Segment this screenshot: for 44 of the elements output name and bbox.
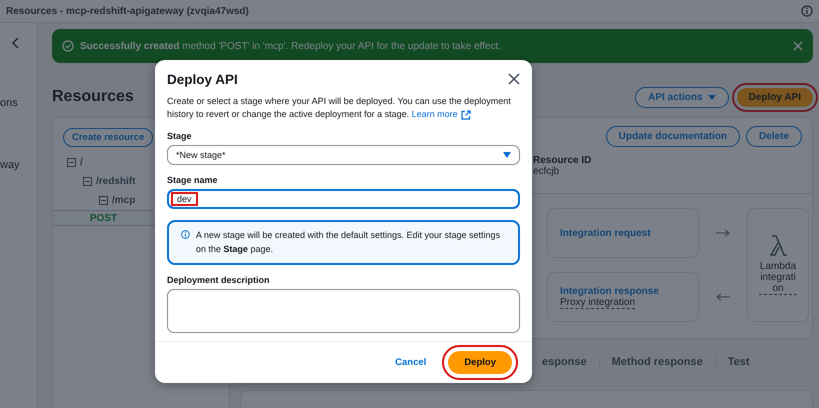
close-icon[interactable]	[508, 72, 520, 84]
tree-node[interactable]: /	[67, 153, 83, 172]
sidebar-item[interactable]: ons	[0, 97, 18, 109]
learn-more-link[interactable]: Learn more	[412, 108, 471, 122]
deploy-api-button[interactable]: Deploy API	[736, 88, 813, 106]
banner-message: Successfully created method 'POST' in 'mcp'. Redeploy your API for the update to take effect.	[80, 40, 502, 52]
page-title: Resources	[52, 88, 134, 106]
tree-node[interactable]: /mcp	[99, 191, 136, 210]
tree-node[interactable]: /redshift	[83, 172, 136, 191]
dialog-title: Deploy API	[167, 72, 238, 87]
cancel-button[interactable]: Cancel	[391, 351, 430, 374]
info-icon[interactable]	[801, 5, 813, 17]
info-message: A new stage will be created with the default settings. Edit your stage settings on the Stage page.	[196, 229, 502, 256]
integration-request-box[interactable]: Integration request	[547, 208, 699, 258]
field-label: Stage	[167, 131, 193, 142]
field-label: Deployment description	[167, 275, 271, 286]
collapse-icon[interactable]	[11, 37, 21, 49]
deploy-button[interactable]: Deploy	[448, 351, 512, 374]
lambda-integration-box[interactable]: Lambda integration	[747, 208, 809, 322]
check-circle-icon	[62, 40, 74, 52]
resource-id-value: ecfcjb	[533, 166, 560, 177]
caret-icon	[503, 152, 511, 158]
window-title: Resources - mcp-redshift-apigateway (zvqia47wsd)	[6, 6, 250, 16]
integration-response-box[interactable]: Integration response Proxy integration	[547, 272, 699, 322]
resource-id-label: Resource ID	[533, 155, 592, 166]
stage-select[interactable]: *New stage*	[167, 145, 520, 166]
description-textarea[interactable]	[167, 289, 520, 334]
right-arrow-icon	[716, 229, 730, 237]
field-label: Stage name	[167, 175, 219, 186]
api-actions-dropdown[interactable]: API actions	[635, 86, 729, 108]
left-arrow-icon	[716, 293, 730, 301]
delete-button[interactable]: Delete	[746, 126, 802, 147]
caret-icon	[708, 94, 716, 100]
lambda-icon	[768, 235, 788, 257]
info-icon	[181, 229, 190, 240]
method-tab[interactable]: Method response	[600, 356, 716, 368]
tree-method[interactable]: POST	[53, 210, 154, 226]
create-resource-button[interactable]: Create resource	[63, 128, 154, 147]
external-link-icon	[460, 110, 471, 120]
update-documentation-button[interactable]: Update documentation	[606, 126, 740, 147]
stage-name-input[interactable]: dev	[167, 189, 520, 210]
sidebar-item[interactable]: way	[0, 159, 20, 171]
method-tab[interactable]: Test	[716, 356, 762, 368]
dialog-description: Create or select a stage where your API will be deployed. You can use the deployment history to revert or change the active deployment for a stage. Learn more	[167, 95, 512, 122]
